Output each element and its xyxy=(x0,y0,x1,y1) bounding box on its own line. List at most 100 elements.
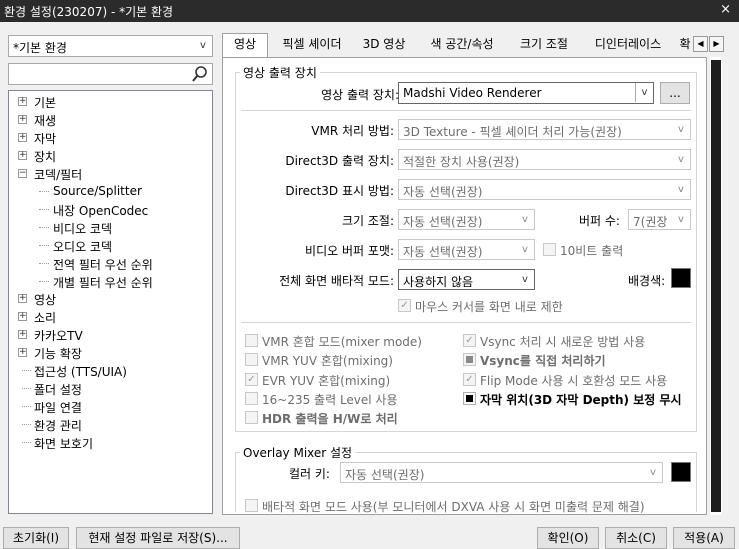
option-checkbox[interactable]: ✓ xyxy=(245,373,258,386)
tab-video[interactable]: 영상 xyxy=(222,33,268,57)
tab-color-space[interactable]: 색 공간/속성 xyxy=(420,34,504,56)
color-key-select-value: 자동 선택(권장) xyxy=(345,468,425,482)
d3d-device-select[interactable]: 적절한 장치 사용(권장) v xyxy=(398,149,691,170)
tree-item-label: 개별 필터 우선 순위 xyxy=(53,275,153,290)
tab-bar: 영상 픽셀 셰이더 3D 영상 색 공간/속성 크기 조절 디인터레이스 확 ◀… xyxy=(222,33,724,58)
tree-item[interactable]: + 기능 확장 xyxy=(9,344,209,361)
tree-item[interactable]: 비디오 코덱 xyxy=(9,219,209,236)
ten-bit-checkbox[interactable] xyxy=(543,243,556,256)
vmr-select[interactable]: 3D Texture - 픽셀 셰이더 처리 가능(권장) v xyxy=(398,119,691,140)
tree-item[interactable]: 내장 OpenCodec xyxy=(9,201,209,218)
tab-3d-video[interactable]: 3D 영상 xyxy=(358,34,410,56)
tree-item[interactable]: + 카카오TV xyxy=(9,326,209,343)
search-icon[interactable] xyxy=(191,65,209,83)
collapse-icon[interactable]: − xyxy=(18,168,27,178)
bg-color-swatch[interactable] xyxy=(671,268,691,288)
exclusive-mode-checkbox[interactable] xyxy=(245,499,258,512)
tab-deinterlace[interactable]: 디인터레이스 xyxy=(586,34,670,56)
device-select-value: Madshi Video Renderer xyxy=(403,86,542,100)
tree-item[interactable]: + 영상 xyxy=(9,290,209,307)
ok-button[interactable]: 확인(O) xyxy=(537,527,599,549)
buffer-select-value: 7(권장 xyxy=(633,215,668,229)
option-label: VMR YUV 혼합(mixing) xyxy=(262,354,393,368)
tree-connector xyxy=(39,244,49,246)
tree-item[interactable]: 오디오 코덱 xyxy=(9,237,209,254)
expand-icon[interactable]: + xyxy=(18,348,27,358)
save-as-button[interactable]: 현재 설정 파일로 저장(S)... xyxy=(76,527,240,549)
resize-label: 크기 조절: xyxy=(341,214,394,228)
reset-button[interactable]: 초기화(I) xyxy=(3,527,69,549)
resize-select-value: 자동 선택(권장) xyxy=(403,215,483,229)
tree-item-label: 자막 xyxy=(34,131,57,146)
buffer-select[interactable]: 7(권장 v xyxy=(628,209,691,230)
search-input[interactable] xyxy=(11,65,186,83)
tree-item[interactable]: + 소리 xyxy=(9,308,209,325)
tree-connector xyxy=(22,388,31,390)
color-key-swatch[interactable] xyxy=(671,462,691,482)
chevron-down-icon: v xyxy=(200,40,206,51)
device-select[interactable]: Madshi Video Renderer v xyxy=(398,82,654,104)
device-label: 영상 출력 장치: xyxy=(321,88,399,102)
tab-more[interactable]: 확 xyxy=(678,34,692,56)
d3d-display-select[interactable]: 자동 선택(권장) v xyxy=(398,179,691,200)
tree-item[interactable]: 환경 관리 xyxy=(9,416,209,433)
panel-scrollbar[interactable] xyxy=(710,57,722,515)
tree-item[interactable]: 파일 연결 xyxy=(9,398,209,415)
tab-pixel-shader[interactable]: 픽셀 셰이더 xyxy=(274,34,350,56)
color-key-select[interactable]: 자동 선택(권장) v xyxy=(340,462,663,483)
tree-item[interactable]: 개별 필터 우선 순위 xyxy=(9,273,209,290)
option-checkbox[interactable] xyxy=(245,411,258,424)
search-box[interactable] xyxy=(8,63,213,85)
expand-icon[interactable]: + xyxy=(18,114,27,124)
tree-connector xyxy=(39,226,49,228)
tab-scroll-right-icon[interactable]: ▶ xyxy=(709,36,724,52)
chevron-down-icon: v xyxy=(678,124,684,135)
expand-icon[interactable]: + xyxy=(18,330,27,340)
color-key-label: 컬러 키: xyxy=(289,467,330,481)
expand-icon[interactable]: + xyxy=(18,294,27,304)
group-title: 영상 출력 장치 xyxy=(240,64,320,81)
tree-item[interactable]: Source/Splitter xyxy=(9,183,209,200)
cancel-button[interactable]: 취소(C) xyxy=(605,527,667,549)
apply-button[interactable]: 적용(A) xyxy=(673,527,735,549)
bg-color-label: 배경색: xyxy=(628,274,666,288)
tree-item[interactable]: 전역 필터 우선 순위 xyxy=(9,255,209,272)
option-checkbox[interactable] xyxy=(245,392,258,405)
resize-select[interactable]: 자동 선택(권장) v xyxy=(398,209,535,230)
option-checkbox[interactable] xyxy=(463,353,476,366)
close-icon[interactable]: × xyxy=(720,2,731,17)
tree-item[interactable]: + 장치 xyxy=(9,147,209,164)
vmr-select-value: 3D Texture - 픽셀 셰이더 처리 가능(권장) xyxy=(403,125,622,139)
tab-scroll-left-icon[interactable]: ◀ xyxy=(693,36,708,52)
mouse-limit-label: 마우스 커서를 화면 내로 제한 xyxy=(415,300,563,314)
option-checkbox[interactable]: ✓ xyxy=(463,334,476,347)
tree-connector xyxy=(22,424,31,426)
scrollbar-thumb[interactable] xyxy=(711,60,721,512)
video-buffer-label: 비디오 버퍼 포맷: xyxy=(305,244,394,258)
tree-item[interactable]: + 자막 xyxy=(9,129,209,146)
expand-icon[interactable]: + xyxy=(18,312,27,322)
option-checkbox[interactable]: ✓ xyxy=(463,373,476,386)
tree-item-label: 기능 확장 xyxy=(34,347,82,362)
chevron-down-icon: v xyxy=(678,184,684,195)
option-checkbox[interactable] xyxy=(463,392,476,405)
tab-resize[interactable]: 크기 조절 xyxy=(512,34,576,56)
fullscreen-select-value: 사용하지 않음 xyxy=(403,275,474,289)
device-settings-button[interactable]: ... xyxy=(660,82,690,104)
expand-icon[interactable]: + xyxy=(18,97,27,106)
expand-icon[interactable]: + xyxy=(18,132,27,142)
tree-item[interactable]: 화면 보호기 xyxy=(9,434,209,451)
tree-item[interactable]: 폴더 설정 xyxy=(9,380,209,397)
expand-icon[interactable]: + xyxy=(18,150,27,160)
option-checkbox[interactable] xyxy=(245,353,258,366)
profile-select[interactable]: *기본 환경 v xyxy=(8,35,213,57)
tree-item[interactable]: + 기본 xyxy=(9,93,209,110)
video-buffer-select[interactable]: 자동 선택(권장) v xyxy=(398,239,535,260)
mouse-limit-checkbox[interactable]: ✓ xyxy=(398,299,411,312)
tree-item[interactable]: − 코덱/필터 xyxy=(9,165,209,182)
option-checkbox[interactable] xyxy=(245,334,258,347)
tree-item-label: 기본 xyxy=(34,96,57,110)
fullscreen-select[interactable]: 사용하지 않음 v xyxy=(398,269,535,290)
tree-item[interactable]: + 재생 xyxy=(9,111,209,128)
tree-item[interactable]: 접근성 (TTS/UIA) xyxy=(9,362,209,379)
